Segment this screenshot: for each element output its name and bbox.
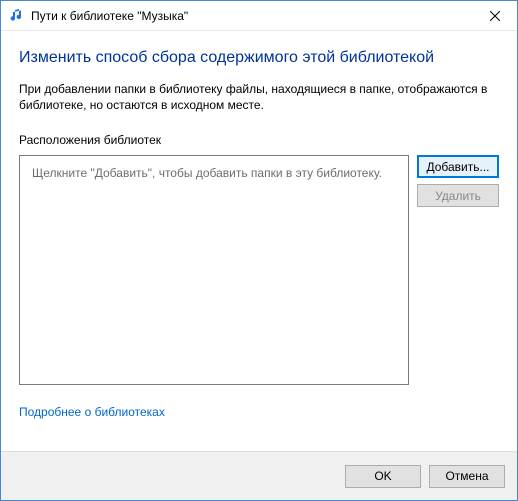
learn-more-link[interactable]: Подробнее о библиотеках <box>19 405 165 419</box>
dialog-description: При добавлении папки в библиотеку файлы,… <box>19 81 499 113</box>
titlebar: Пути к библиотеке "Музыка" <box>1 1 517 31</box>
ok-button[interactable]: OK <box>345 465 421 488</box>
dialog-heading: Изменить способ сбора содержимого этой б… <box>19 49 499 67</box>
listbox-placeholder: Щелкните "Добавить", чтобы добавить папк… <box>32 166 396 180</box>
library-locations-listbox[interactable]: Щелкните "Добавить", чтобы добавить папк… <box>19 155 409 385</box>
add-button[interactable]: Добавить... <box>417 155 499 178</box>
music-library-icon <box>9 8 25 24</box>
window-title: Пути к библиотеке "Музыка" <box>31 9 472 23</box>
dialog-footer: OK Отмена <box>1 451 517 500</box>
side-buttons: Добавить... Удалить <box>417 155 499 385</box>
listbox-row: Щелкните "Добавить", чтобы добавить папк… <box>19 155 499 385</box>
cancel-button[interactable]: Отмена <box>429 465 505 488</box>
listbox-label: Расположения библиотек <box>19 133 499 147</box>
remove-button[interactable]: Удалить <box>417 184 499 207</box>
close-button[interactable] <box>472 1 517 30</box>
dialog-content: Изменить способ сбора содержимого этой б… <box>1 31 517 451</box>
dialog-window: Пути к библиотеке "Музыка" Изменить спос… <box>0 0 518 501</box>
